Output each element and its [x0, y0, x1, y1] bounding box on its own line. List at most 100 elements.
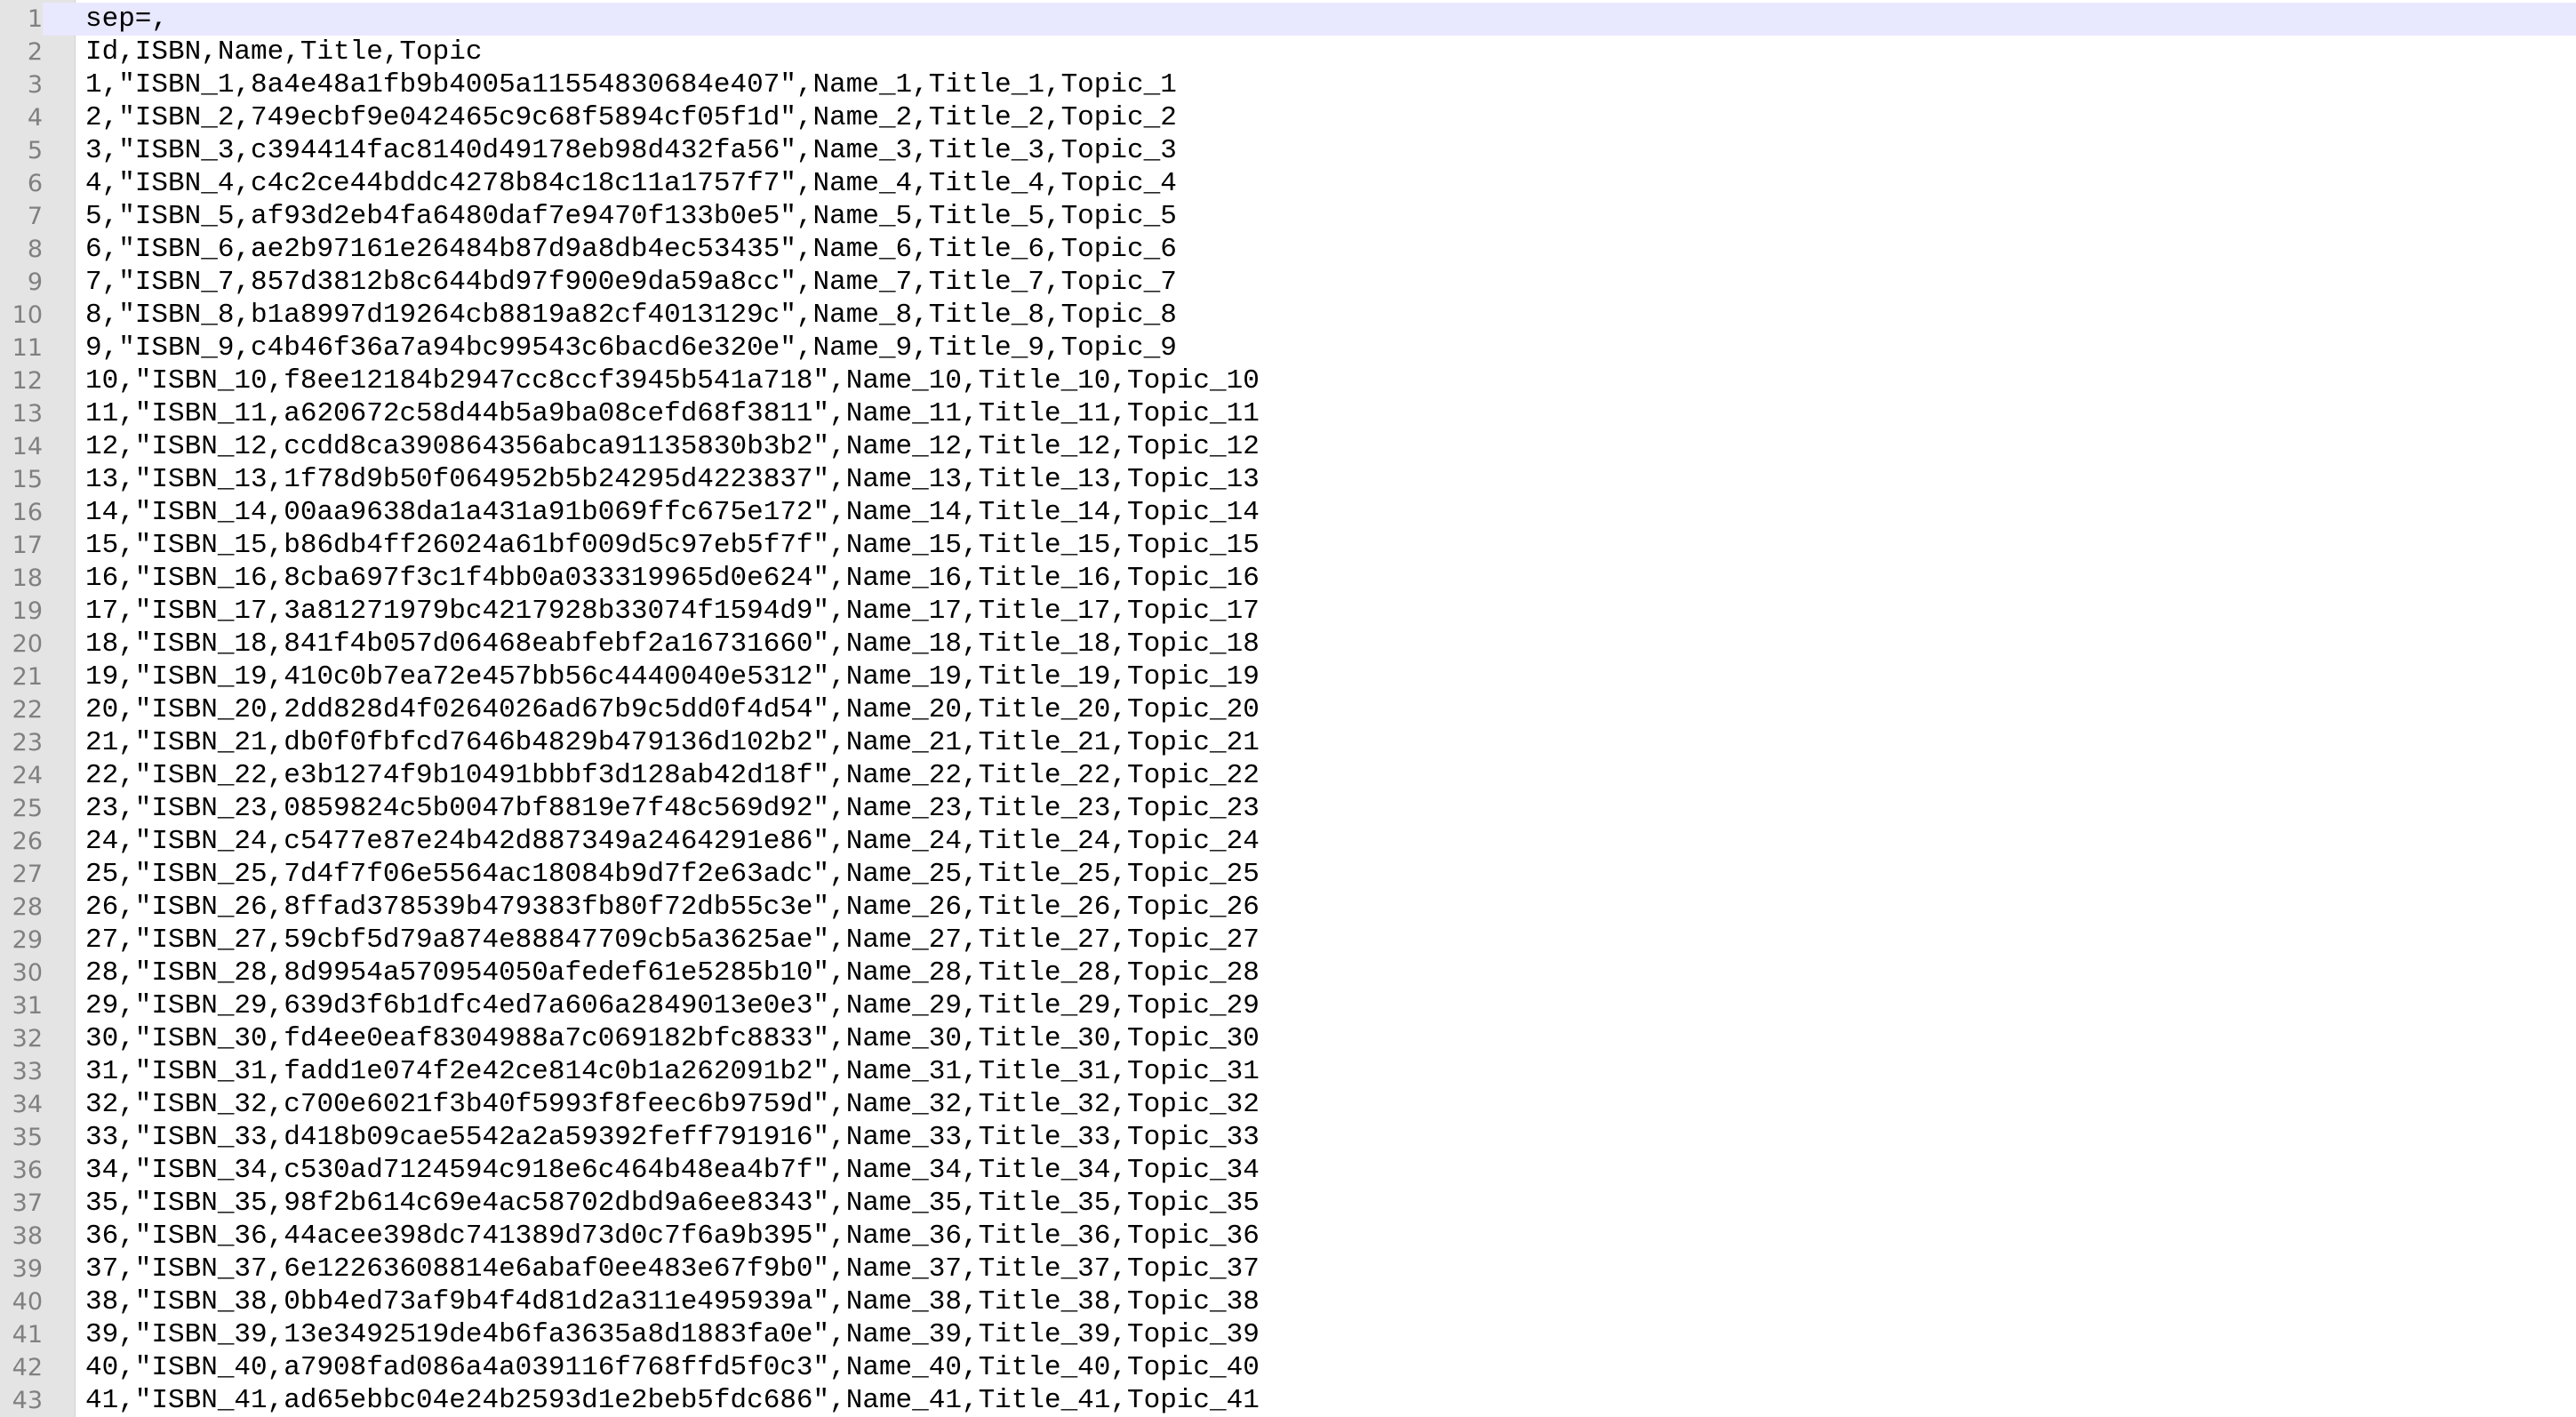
- line-text[interactable]: 39,"ISBN_39,13e3492519de4b6fa3635a8d1883…: [85, 1318, 1260, 1351]
- editor-line[interactable]: 19 17,"ISBN_17,3a81271979bc4217928b33074…: [0, 595, 2576, 628]
- editor-line[interactable]: 13 11,"ISBN_11,a620672c58d44b5a9ba08cefd…: [0, 397, 2576, 430]
- line-text[interactable]: 26,"ISBN_26,8ffad378539b479383fb80f72db5…: [85, 891, 1260, 924]
- editor-line[interactable]: 25 23,"ISBN_23,0859824c5b0047bf8819e7f48…: [0, 792, 2576, 825]
- line-text[interactable]: 17,"ISBN_17,3a81271979bc4217928b33074f15…: [85, 595, 1260, 628]
- editor-line[interactable]: 14 12,"ISBN_12,ccdd8ca390864356abca91135…: [0, 430, 2576, 463]
- line-text[interactable]: 4,"ISBN_4,c4c2ce44bddc4278b84c18c11a1757…: [85, 167, 1177, 200]
- line-number: 12: [12, 367, 43, 395]
- line-number: 15: [12, 466, 43, 493]
- line-text[interactable]: 16,"ISBN_16,8cba697f3c1f4bb0a033319965d0…: [85, 562, 1260, 595]
- line-text[interactable]: 8,"ISBN_8,b1a8997d19264cb8819a82cf401312…: [85, 299, 1177, 332]
- line-text[interactable]: 1,"ISBN_1,8a4e48a1fb9b4005a11554830684e4…: [85, 68, 1177, 101]
- line-text[interactable]: 6,"ISBN_6,ae2b97161e26484b87d9a8db4ec534…: [85, 233, 1177, 266]
- editor-line[interactable]: 18 16,"ISBN_16,8cba697f3c1f4bb0a03331996…: [0, 562, 2576, 595]
- line-number: 18: [12, 564, 43, 592]
- editor-line[interactable]: 9 7,"ISBN_7,857d3812b8c644bd97f900e9da59…: [0, 266, 2576, 299]
- editor-line[interactable]: 34 32,"ISBN_32,c700e6021f3b40f5993f8feec…: [0, 1088, 2576, 1121]
- line-text[interactable]: 20,"ISBN_20,2dd828d4f0264026ad67b9c5dd0f…: [85, 693, 1260, 726]
- editor-line[interactable]: 10 8,"ISBN_8,b1a8997d19264cb8819a82cf401…: [0, 299, 2576, 332]
- line-text[interactable]: 2,"ISBN_2,749ecbf9e042465c9c68f5894cf05f…: [85, 101, 1177, 134]
- editor-line[interactable]: 26 24,"ISBN_24,c5477e87e24b42d887349a246…: [0, 825, 2576, 858]
- line-text[interactable]: 15,"ISBN_15,b86db4ff26024a61bf009d5c97eb…: [85, 529, 1260, 562]
- line-text[interactable]: 36,"ISBN_36,44acee398dc741389d73d0c7f6a9…: [85, 1220, 1260, 1253]
- line-number: 1: [0, 3, 43, 36]
- editor-line[interactable]: 5 3,"ISBN_3,c394414fac8140d49178eb98d432…: [0, 134, 2576, 167]
- line-number: 10: [12, 301, 43, 329]
- editor-line[interactable]: 40 38,"ISBN_38,0bb4ed73af9b4f4d81d2a311e…: [0, 1285, 2576, 1318]
- editor-line[interactable]: 23 21,"ISBN_21,db0f0fbfcd7646b4829b47913…: [0, 726, 2576, 759]
- editor-line[interactable]: 15 13,"ISBN_13,1f78d9b50f064952b5b24295d…: [0, 463, 2576, 496]
- line-number: 5: [27, 137, 43, 164]
- editor-lines[interactable]: 1 sep=, 2 Id,ISBN,Name,Title,Topic 3 1,"…: [0, 3, 2576, 1417]
- line-text[interactable]: 3,"ISBN_3,c394414fac8140d49178eb98d432fa…: [85, 134, 1177, 167]
- line-number: 29: [12, 926, 43, 954]
- editor-line[interactable]: 11 9,"ISBN_9,c4b46f36a7a94bc99543c6bacd6…: [0, 332, 2576, 364]
- line-text[interactable]: 40,"ISBN_40,a7908fad086a4a039116f768ffd5…: [85, 1351, 1260, 1384]
- editor-line[interactable]: 29 27,"ISBN_27,59cbf5d79a874e88847709cb5…: [0, 924, 2576, 957]
- line-text[interactable]: 31,"ISBN_31,fadd1e074f2e42ce814c0b1a2620…: [85, 1055, 1260, 1088]
- line-text[interactable]: 29,"ISBN_29,639d3f6b1dfc4ed7a606a2849013…: [85, 989, 1260, 1022]
- line-text[interactable]: 11,"ISBN_11,a620672c58d44b5a9ba08cefd68f…: [85, 397, 1260, 430]
- line-number: 31: [12, 992, 43, 1020]
- line-text[interactable]: 21,"ISBN_21,db0f0fbfcd7646b4829b479136d1…: [85, 726, 1260, 759]
- editor-line[interactable]: 20 18,"ISBN_18,841f4b057d06468eabfebf2a1…: [0, 628, 2576, 660]
- line-text[interactable]: 25,"ISBN_25,7d4f7f06e5564ac18084b9d7f2e6…: [85, 858, 1260, 891]
- editor-line[interactable]: 33 31,"ISBN_31,fadd1e074f2e42ce814c0b1a2…: [0, 1055, 2576, 1088]
- editor-line[interactable]: 27 25,"ISBN_25,7d4f7f06e5564ac18084b9d7f…: [0, 858, 2576, 891]
- line-text[interactable]: 27,"ISBN_27,59cbf5d79a874e88847709cb5a36…: [85, 924, 1260, 957]
- line-text[interactable]: 37,"ISBN_37,6e12263608814e6abaf0ee483e67…: [85, 1253, 1260, 1285]
- line-number: 11: [12, 334, 43, 362]
- line-text[interactable]: 12,"ISBN_12,ccdd8ca390864356abca91135830…: [85, 430, 1260, 463]
- editor-line[interactable]: 7 5,"ISBN_5,af93d2eb4fa6480daf7e9470f133…: [0, 200, 2576, 233]
- line-number: 13: [12, 400, 43, 428]
- line-text[interactable]: 24,"ISBN_24,c5477e87e24b42d887349a246429…: [85, 825, 1260, 858]
- line-text[interactable]: 5,"ISBN_5,af93d2eb4fa6480daf7e9470f133b0…: [85, 200, 1177, 233]
- line-number: 34: [12, 1091, 43, 1118]
- editor-line[interactable]: 28 26,"ISBN_26,8ffad378539b479383fb80f72…: [0, 891, 2576, 924]
- editor-line[interactable]: 31 29,"ISBN_29,639d3f6b1dfc4ed7a606a2849…: [0, 989, 2576, 1022]
- editor-line[interactable]: 16 14,"ISBN_14,00aa9638da1a431a91b069ffc…: [0, 496, 2576, 529]
- editor-line[interactable]: 42 40,"ISBN_40,a7908fad086a4a039116f768f…: [0, 1351, 2576, 1384]
- editor-line[interactable]: 2 Id,ISBN,Name,Title,Topic: [0, 36, 2576, 68]
- line-text[interactable]: 34,"ISBN_34,c530ad7124594c918e6c464b48ea…: [85, 1154, 1260, 1187]
- line-text[interactable]: 19,"ISBN_19,410c0b7ea72e457bb56c4440040e…: [85, 660, 1260, 693]
- editor-line[interactable]: 17 15,"ISBN_15,b86db4ff26024a61bf009d5c9…: [0, 529, 2576, 562]
- line-text[interactable]: 9,"ISBN_9,c4b46f36a7a94bc99543c6bacd6e32…: [85, 332, 1177, 364]
- line-text[interactable]: 41,"ISBN_41,ad65ebbc04e24b2593d1e2beb5fd…: [85, 1384, 1260, 1417]
- editor-line[interactable]: 35 33,"ISBN_33,d418b09cae5542a2a59392fef…: [0, 1121, 2576, 1154]
- editor-line[interactable]: 32 30,"ISBN_30,fd4ee0eaf8304988a7c069182…: [0, 1022, 2576, 1055]
- line-text[interactable]: 7,"ISBN_7,857d3812b8c644bd97f900e9da59a8…: [85, 266, 1177, 299]
- line-text[interactable]: 35,"ISBN_35,98f2b614c69e4ac58702dbd9a6ee…: [85, 1187, 1260, 1220]
- editor-line[interactable]: 4 2,"ISBN_2,749ecbf9e042465c9c68f5894cf0…: [0, 101, 2576, 134]
- editor-line[interactable]: 3 1,"ISBN_1,8a4e48a1fb9b4005a11554830684…: [0, 68, 2576, 101]
- line-text[interactable]: 13,"ISBN_13,1f78d9b50f064952b5b24295d422…: [85, 463, 1260, 496]
- editor-line[interactable]: 30 28,"ISBN_28,8d9954a570954050afedef61e…: [0, 957, 2576, 989]
- line-text[interactable]: sep=,: [85, 3, 168, 36]
- line-text[interactable]: 33,"ISBN_33,d418b09cae5542a2a59392feff79…: [85, 1121, 1260, 1154]
- text-editor[interactable]: 1 sep=, 2 Id,ISBN,Name,Title,Topic 3 1,"…: [0, 0, 2576, 1417]
- editor-line[interactable]: 8 6,"ISBN_6,ae2b97161e26484b87d9a8db4ec5…: [0, 233, 2576, 266]
- editor-line[interactable]: 12 10,"ISBN_10,f8ee12184b2947cc8ccf3945b…: [0, 364, 2576, 397]
- line-text[interactable]: 30,"ISBN_30,fd4ee0eaf8304988a7c069182bfc…: [85, 1022, 1260, 1055]
- editor-line[interactable]: 22 20,"ISBN_20,2dd828d4f0264026ad67b9c5d…: [0, 693, 2576, 726]
- editor-line[interactable]: 39 37,"ISBN_37,6e12263608814e6abaf0ee483…: [0, 1253, 2576, 1285]
- line-text[interactable]: 14,"ISBN_14,00aa9638da1a431a91b069ffc675…: [85, 496, 1260, 529]
- line-text[interactable]: 28,"ISBN_28,8d9954a570954050afedef61e528…: [85, 957, 1260, 989]
- line-text[interactable]: Id,ISBN,Name,Title,Topic: [85, 36, 482, 68]
- editor-line[interactable]: 36 34,"ISBN_34,c530ad7124594c918e6c464b4…: [0, 1154, 2576, 1187]
- editor-line[interactable]: 38 36,"ISBN_36,44acee398dc741389d73d0c7f…: [0, 1220, 2576, 1253]
- line-number: 38: [12, 1222, 43, 1250]
- line-text[interactable]: 18,"ISBN_18,841f4b057d06468eabfebf2a1673…: [85, 628, 1260, 660]
- editor-line[interactable]: 41 39,"ISBN_39,13e3492519de4b6fa3635a8d1…: [0, 1318, 2576, 1351]
- line-text[interactable]: 10,"ISBN_10,f8ee12184b2947cc8ccf3945b541…: [85, 364, 1260, 397]
- line-text[interactable]: 38,"ISBN_38,0bb4ed73af9b4f4d81d2a311e495…: [85, 1285, 1260, 1318]
- editor-line[interactable]: 43 41,"ISBN_41,ad65ebbc04e24b2593d1e2beb…: [0, 1384, 2576, 1417]
- line-text[interactable]: 32,"ISBN_32,c700e6021f3b40f5993f8feec6b9…: [85, 1088, 1260, 1121]
- line-text[interactable]: 22,"ISBN_22,e3b1274f9b10491bbbf3d128ab42…: [85, 759, 1260, 792]
- editor-line[interactable]: 6 4,"ISBN_4,c4c2ce44bddc4278b84c18c11a17…: [0, 167, 2576, 200]
- line-text[interactable]: 23,"ISBN_23,0859824c5b0047bf8819e7f48c56…: [85, 792, 1260, 825]
- editor-line[interactable]: 37 35,"ISBN_35,98f2b614c69e4ac58702dbd9a…: [0, 1187, 2576, 1220]
- editor-line[interactable]: 24 22,"ISBN_22,e3b1274f9b10491bbbf3d128a…: [0, 759, 2576, 792]
- editor-line[interactable]: 21 19,"ISBN_19,410c0b7ea72e457bb56c44400…: [0, 660, 2576, 693]
- editor-line-current[interactable]: 1 sep=,: [0, 3, 2576, 36]
